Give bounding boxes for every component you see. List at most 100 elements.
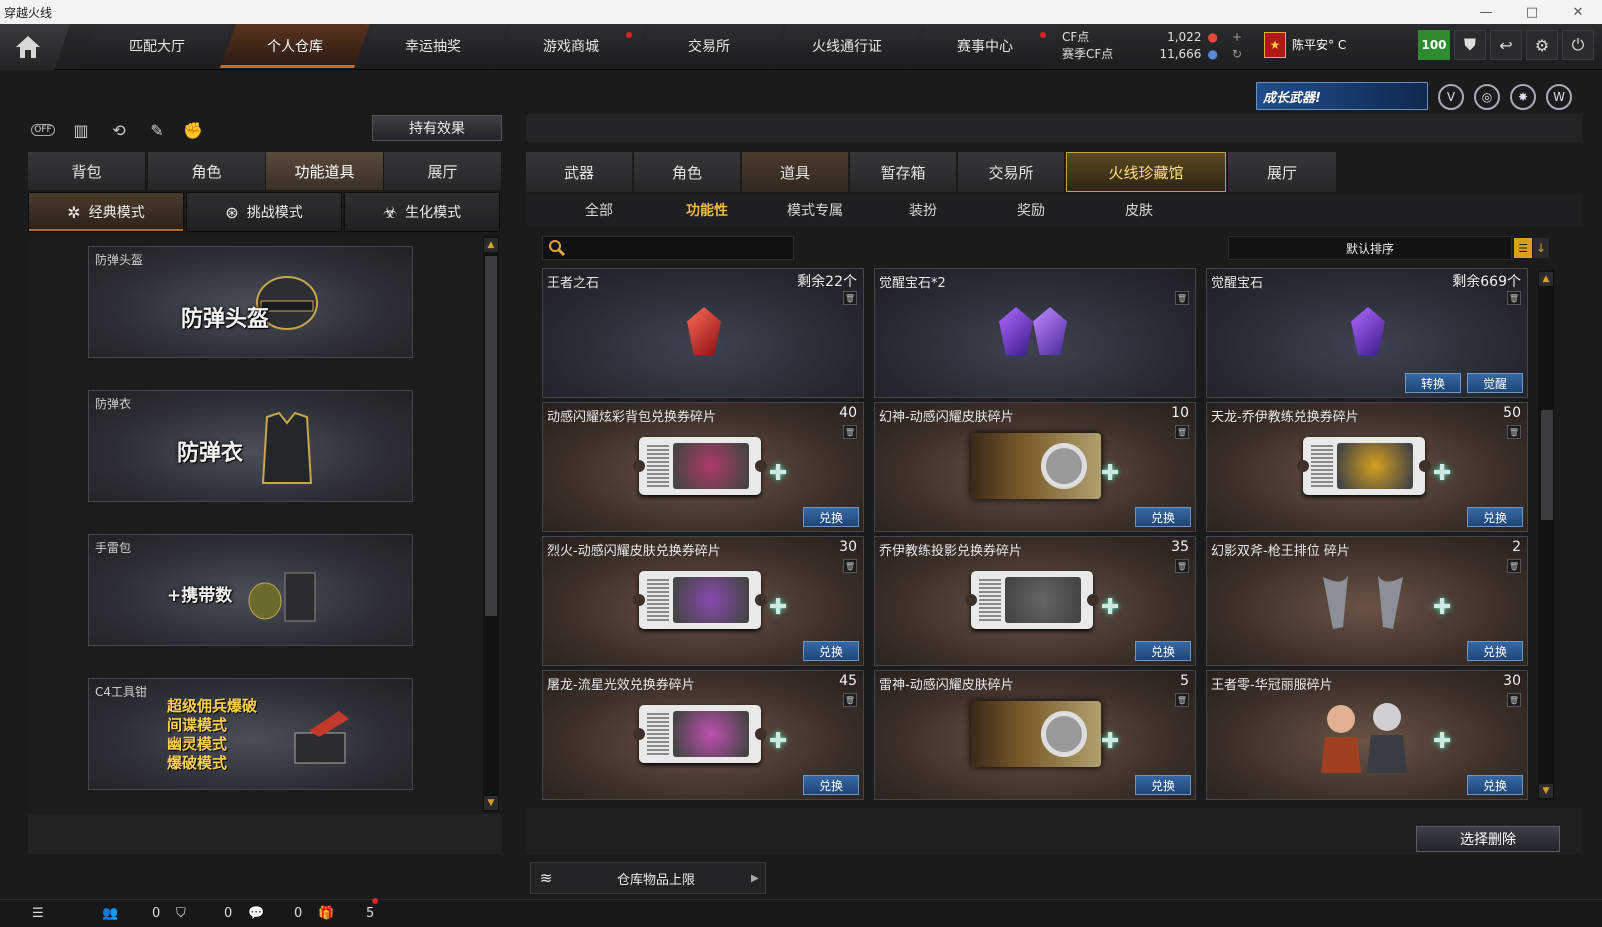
trash-icon[interactable]: 🗑: [1507, 425, 1521, 439]
trash-icon[interactable]: 🗑: [843, 693, 857, 707]
right-tab[interactable]: 交易所: [958, 152, 1064, 192]
wrench-icon[interactable]: ✎: [144, 118, 170, 142]
menu-icon[interactable]: ☰: [32, 904, 44, 922]
trash-icon[interactable]: 🗑: [1175, 559, 1189, 573]
subtab[interactable]: 奖励: [978, 194, 1084, 226]
right-tab[interactable]: 角色: [634, 152, 740, 192]
search-icon[interactable]: [548, 239, 566, 257]
left-tab[interactable]: 角色: [148, 152, 266, 190]
trash-icon[interactable]: 🗑: [1175, 425, 1189, 439]
target-icon[interactable]: ◎: [1474, 84, 1500, 110]
history-icon[interactable]: ⟲: [106, 118, 132, 142]
item-card[interactable]: 王者之石 剩余22个 🗑: [542, 268, 864, 398]
subtab[interactable]: 皮肤: [1086, 194, 1192, 226]
item-card[interactable]: 觉醒宝石*2 🗑: [874, 268, 1196, 398]
power-icon[interactable]: ⏻: [1562, 30, 1594, 60]
trash-icon[interactable]: 🗑: [843, 291, 857, 305]
item-card[interactable]: 烈火-动感闪耀皮肤兑换券碎片 30 🗑 ✚ 兑换: [542, 536, 864, 666]
trash-icon[interactable]: 🗑: [843, 559, 857, 573]
add-currency-button[interactable]: +: [1232, 30, 1242, 44]
nav-tab[interactable]: 赛事中心: [910, 24, 1060, 68]
exchange-button[interactable]: 兑换: [803, 507, 859, 527]
mode-tab[interactable]: ⊛ 挑战模式: [186, 192, 342, 232]
growth-weapon-banner[interactable]: 成长武器!: [1256, 82, 1428, 110]
item-card[interactable]: 幻神-动感闪耀皮肤碎片 10 🗑 ✚ 兑换: [874, 402, 1196, 532]
item-card[interactable]: 雷神-动感闪耀皮肤碎片 5 🗑 ✚ 兑换: [874, 670, 1196, 800]
left-tab[interactable]: 功能道具: [266, 152, 384, 190]
w-logo-icon[interactable]: W: [1546, 84, 1572, 110]
toggle-off-icon[interactable]: OFF: [30, 118, 56, 142]
nav-tab[interactable]: 火线通行证: [772, 24, 922, 68]
right-scrollbar[interactable]: [1538, 270, 1554, 800]
mode-tab[interactable]: ☣ 生化模式: [344, 192, 500, 232]
left-scroll-thumb[interactable]: [485, 256, 497, 616]
right-scroll-down-icon[interactable]: ▼: [1539, 784, 1553, 798]
right-scroll-thumb[interactable]: [1541, 410, 1553, 520]
item-card[interactable]: 王者零-华冠丽服碎片 30 🗑 ✚ 兑换: [1206, 670, 1528, 800]
trash-icon[interactable]: 🗑: [1507, 693, 1521, 707]
subtab[interactable]: 功能性: [654, 194, 760, 226]
trash-icon[interactable]: 🗑: [843, 425, 857, 439]
item-card[interactable]: 屠龙-流星光效兑换券碎片 45 🗑 ✚ 兑换: [542, 670, 864, 800]
item-card-grenade-pack[interactable]: 手雷包 +携带数: [88, 534, 413, 646]
right-tab[interactable]: 暂存箱: [850, 152, 956, 192]
nav-tab[interactable]: 交易所: [634, 24, 784, 68]
friends-icon[interactable]: 👥: [102, 904, 118, 922]
item-card[interactable]: 乔伊教练投影兑换券碎片 35 🗑 ✚ 兑换: [874, 536, 1196, 666]
return-icon[interactable]: ↩: [1490, 30, 1522, 60]
item-card[interactable]: 动感闪耀炫彩背包兑换券碎片 40 🗑 ✚ 兑换: [542, 402, 864, 532]
item-card[interactable]: 觉醒宝石 剩余669个 🗑 转换 觉醒: [1206, 268, 1528, 398]
username[interactable]: 陈平安° C: [1292, 36, 1346, 53]
item-card[interactable]: 幻影双斧-枪王排位 碎片 2 🗑 ✚ 兑换: [1206, 536, 1528, 666]
left-scroll-down-icon[interactable]: ▼: [484, 796, 498, 810]
v-badge-icon[interactable]: V: [1438, 84, 1464, 110]
item-card-c4-pliers[interactable]: C4工具钳 超级佣兵爆破 间谍模式 幽灵模式 爆破模式: [88, 678, 413, 790]
maximize-button[interactable]: □: [1510, 0, 1554, 24]
right-tab[interactable]: 武器: [526, 152, 632, 192]
nav-tab[interactable]: 幸运抽奖: [358, 24, 508, 68]
exchange-button[interactable]: 兑换: [1135, 641, 1191, 661]
awaken-button[interactable]: 觉醒: [1467, 373, 1523, 393]
close-window-button[interactable]: ✕: [1556, 0, 1600, 24]
left-scroll-up-icon[interactable]: ▲: [484, 238, 498, 252]
nav-tab[interactable]: 个人仓库: [220, 24, 370, 68]
shield-icon[interactable]: ⛊: [1454, 30, 1486, 60]
shield-small-icon[interactable]: ⛉: [176, 904, 186, 922]
gift-icon[interactable]: 🎁: [318, 904, 334, 922]
storage-limit-bar[interactable]: ≋ 仓库物品上限 ▶: [530, 862, 766, 894]
left-tab[interactable]: 展厅: [384, 152, 502, 190]
nav-tab[interactable]: 匹配大厅: [82, 24, 232, 68]
right-tab[interactable]: 展厅: [1228, 152, 1336, 192]
mode-tab[interactable]: ✲ 经典模式: [28, 192, 184, 232]
gear-icon[interactable]: ⚙: [1526, 30, 1558, 60]
minimize-button[interactable]: —: [1464, 0, 1508, 24]
subtab[interactable]: 全部: [546, 194, 652, 226]
nav-tab[interactable]: 游戏商城: [496, 24, 646, 68]
item-card-helmet[interactable]: 防弹头盔 防弹头盔: [88, 246, 413, 358]
exchange-button[interactable]: 兑换: [1467, 641, 1523, 661]
refresh-currency-button[interactable]: ↻: [1232, 47, 1242, 61]
sort-dropdown[interactable]: 默认排序: [1228, 236, 1512, 260]
item-card-vest[interactable]: 防弹衣 防弹衣: [88, 390, 413, 502]
select-delete-button[interactable]: 选择删除: [1416, 826, 1560, 852]
sort-list-icon[interactable]: ☰: [1514, 238, 1532, 258]
right-scroll-up-icon[interactable]: ▲: [1539, 272, 1553, 286]
trash-icon[interactable]: 🗑: [1507, 291, 1521, 305]
search-input[interactable]: [542, 236, 794, 260]
convert-button[interactable]: 转换: [1405, 373, 1461, 393]
bars-icon[interactable]: ▥: [68, 118, 94, 142]
exchange-button[interactable]: 兑换: [1135, 507, 1191, 527]
item-card[interactable]: 天龙-乔伊教练兑换券碎片 50 🗑 ✚ 兑换: [1206, 402, 1528, 532]
exchange-button[interactable]: 兑换: [803, 775, 859, 795]
subtab[interactable]: 装扮: [870, 194, 976, 226]
left-tab[interactable]: 背包: [28, 152, 146, 190]
subtab[interactable]: 模式专属: [762, 194, 868, 226]
hold-effect-button[interactable]: 持有效果: [372, 115, 502, 141]
exchange-button[interactable]: 兑换: [803, 641, 859, 661]
grenade-icon[interactable]: ✊: [180, 118, 206, 142]
exchange-button[interactable]: 兑换: [1135, 775, 1191, 795]
right-tab[interactable]: 道具: [742, 152, 848, 192]
trash-icon[interactable]: 🗑: [1175, 291, 1189, 305]
exchange-button[interactable]: 兑换: [1467, 507, 1523, 527]
right-tab[interactable]: 火线珍藏馆: [1066, 152, 1226, 192]
